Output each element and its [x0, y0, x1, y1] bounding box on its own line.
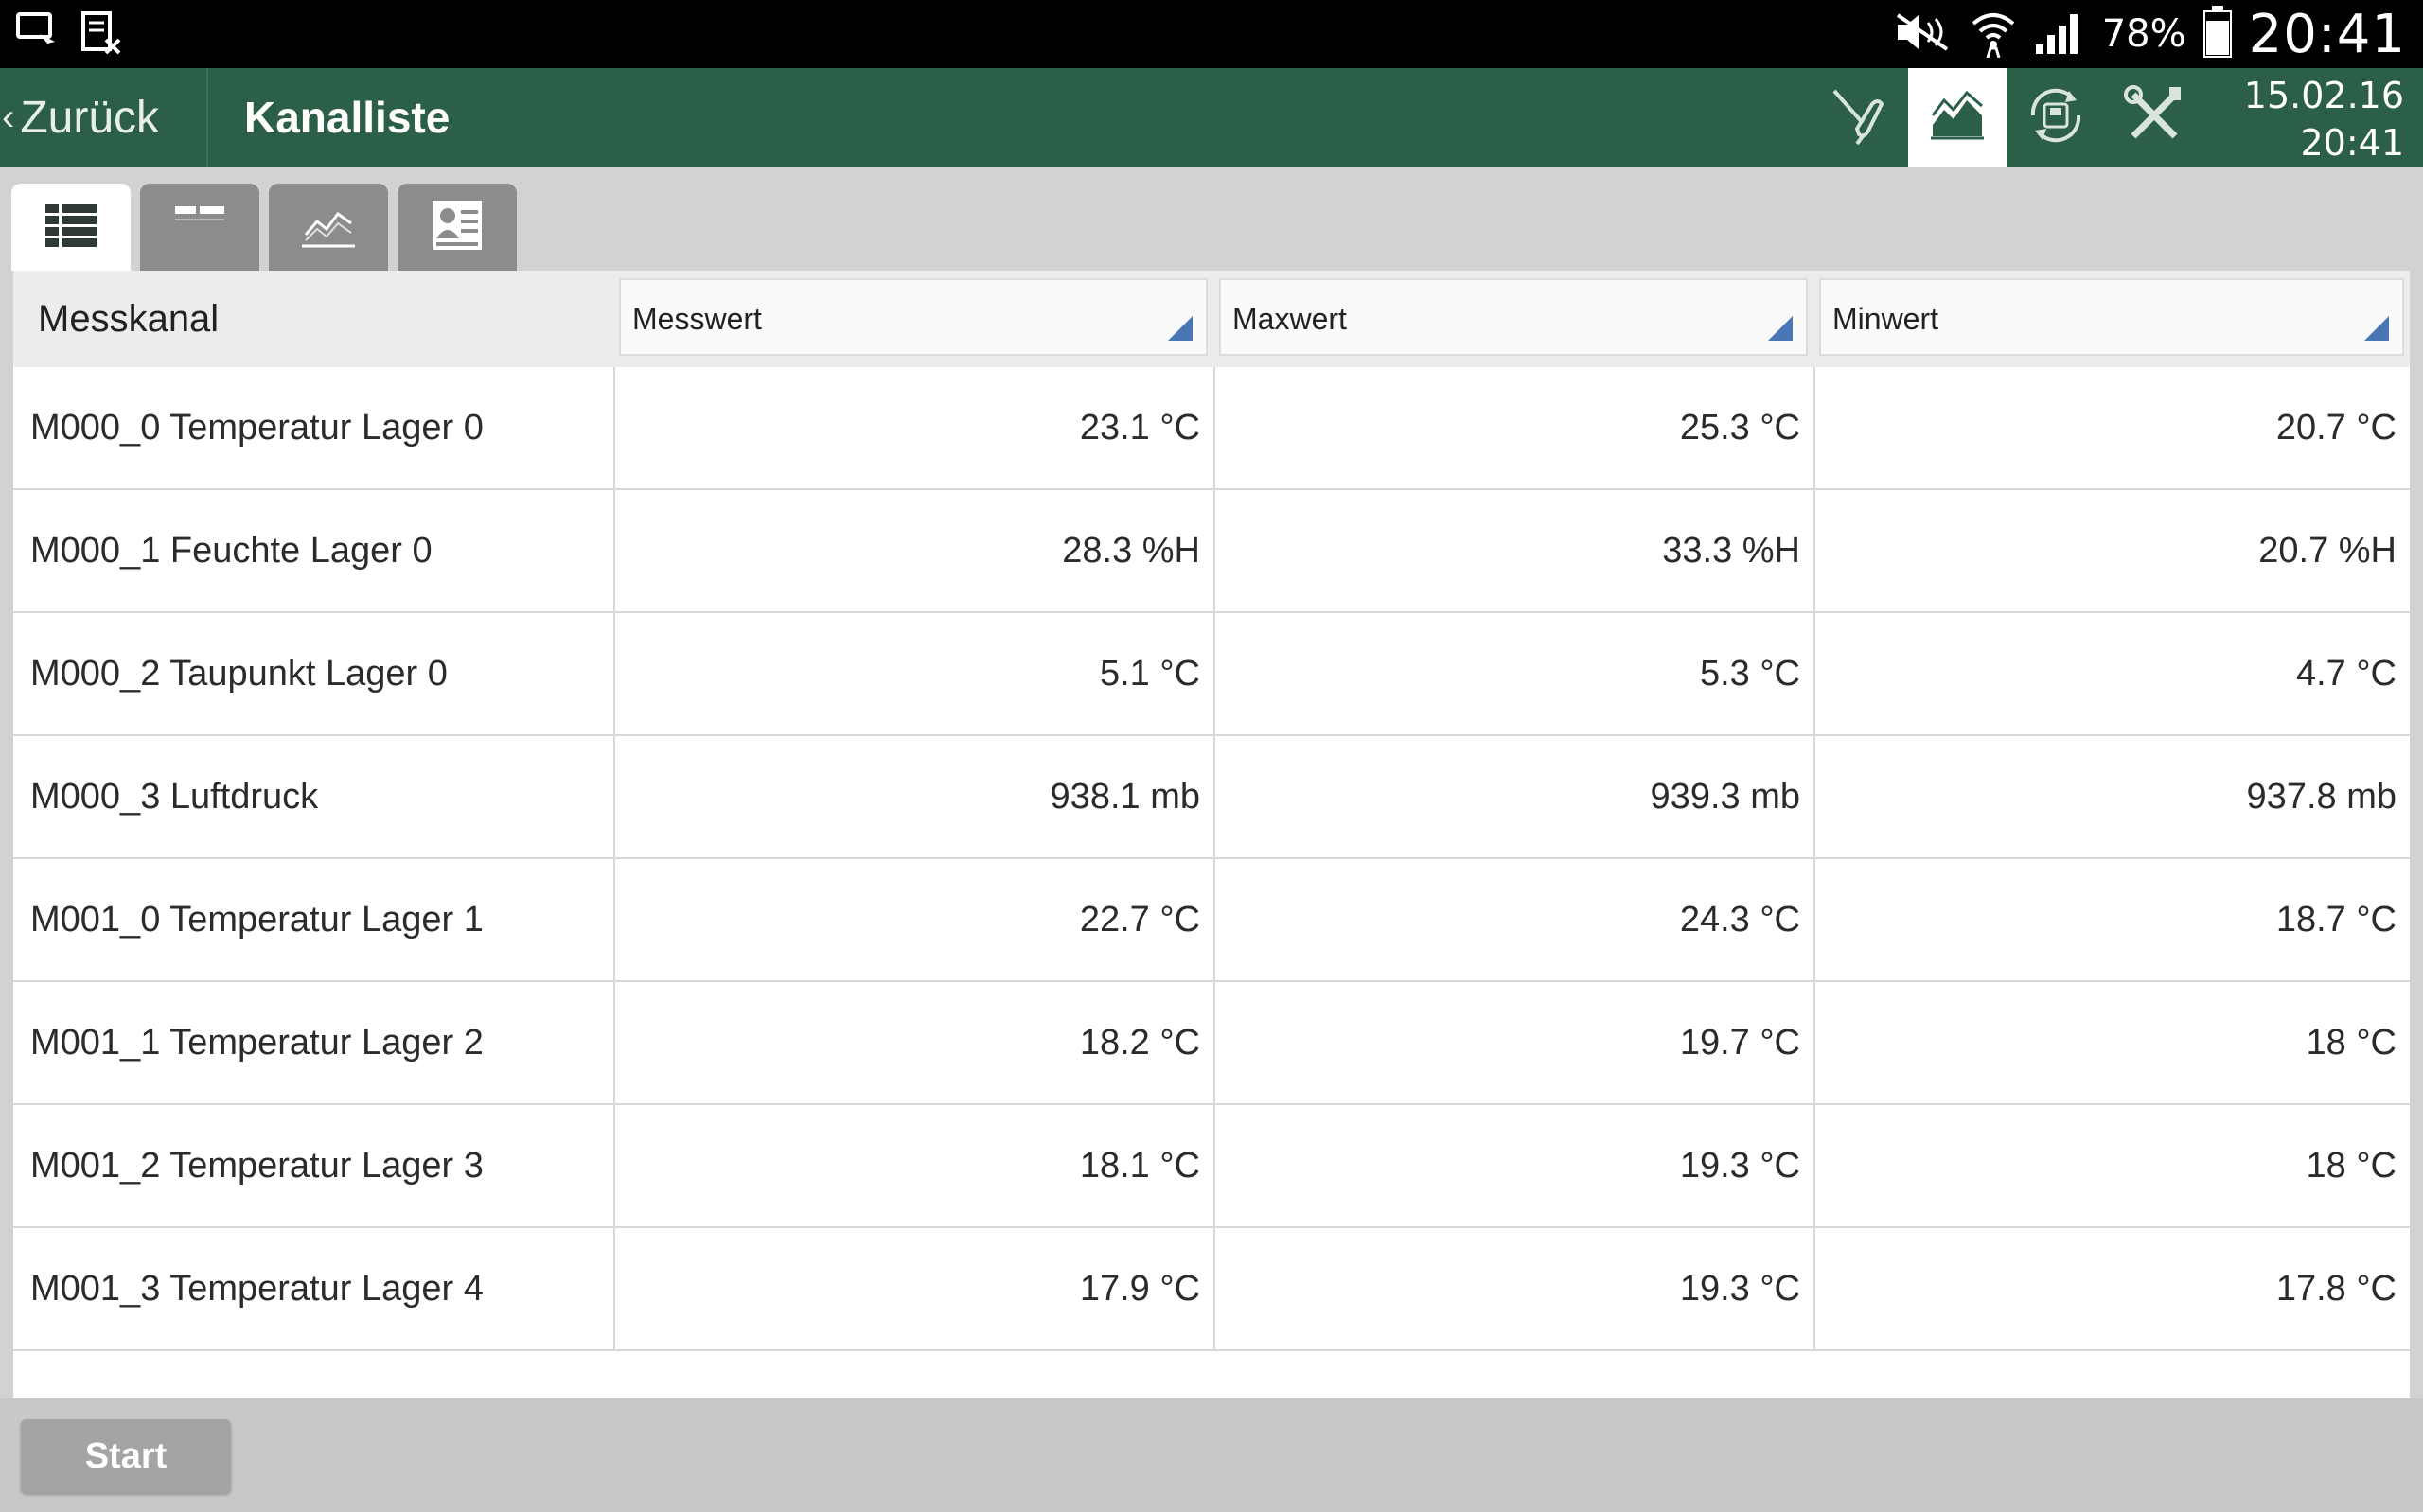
channel-name: M001_2 Temperatur Lager 3	[30, 1146, 484, 1186]
channel-name: M001_3 Temperatur Lager 4	[30, 1269, 484, 1309]
channel-name: M001_1 Temperatur Lager 2	[30, 1023, 484, 1063]
channel-table: Messkanal Messwert Maxwert Minwert M000_…	[13, 271, 2410, 1398]
table-row[interactable]: M000_0 Temperatur Lager 0 23.1 °C 25.3 °…	[13, 367, 2410, 490]
tools-button[interactable]	[2105, 68, 2203, 167]
max-cell: 19.3 °C	[1213, 1105, 1813, 1226]
app-bar: ‹ Zurück Kanalliste 15.02.16 20:41	[0, 68, 2423, 167]
mute-icon	[1894, 11, 1953, 57]
min-cell: 18 °C	[1813, 982, 2410, 1103]
value-cell: 18.2 °C	[613, 982, 1213, 1103]
table-row[interactable]: M001_3 Temperatur Lager 4 17.9 °C 19.3 °…	[13, 1228, 2410, 1351]
record-sync-icon	[2025, 85, 2086, 150]
min-cell: 4.7 °C	[1813, 613, 2410, 734]
back-button[interactable]: ‹ Zurück	[0, 68, 159, 167]
value-cell: 22.7 °C	[613, 859, 1213, 980]
table-row[interactable]: M001_0 Temperatur Lager 1 22.7 °C 24.3 °…	[13, 859, 2410, 982]
status-time: 20:41	[2248, 3, 2406, 65]
app-bar-datetime: 15.02.16 20:41	[2244, 72, 2404, 167]
probe-icon	[1829, 85, 1889, 150]
table-close-icon	[80, 9, 123, 62]
min-cell: 20.7 °C	[1813, 367, 2410, 488]
table-row[interactable]: M000_3 Luftdruck 938.1 mb 939.3 mb 937.8…	[13, 736, 2410, 859]
report-view-icon	[429, 199, 486, 256]
value-cell: 5.1 °C	[613, 613, 1213, 734]
battery-icon	[2202, 6, 2232, 62]
column-header-label: Messwert	[632, 302, 762, 336]
view-tabs	[11, 184, 517, 271]
table-row[interactable]: M001_1 Temperatur Lager 2 18.2 °C 19.7 °…	[13, 982, 2410, 1105]
value-view-icon	[171, 205, 228, 249]
value-cell: 18.1 °C	[613, 1105, 1213, 1226]
tab-values[interactable]	[140, 184, 259, 271]
channel-name: M000_1 Feuchte Lager 0	[30, 531, 433, 571]
min-cell: 18 °C	[1813, 1105, 2410, 1226]
tab-report[interactable]	[398, 184, 517, 271]
chart-button[interactable]	[1908, 68, 2007, 167]
table-row[interactable]: M000_2 Taupunkt Lager 0 5.1 °C 5.3 °C 4.…	[13, 613, 2410, 736]
app-bar-time: 20:41	[2300, 122, 2404, 164]
sort-indicator-icon	[1168, 316, 1193, 341]
column-header-channel: Messkanal	[38, 298, 220, 340]
column-header-label: Maxwert	[1232, 302, 1347, 336]
value-cell: 17.9 °C	[613, 1228, 1213, 1349]
channel-name: M000_2 Taupunkt Lager 0	[30, 654, 448, 694]
tab-list[interactable]	[11, 184, 131, 271]
list-view-icon	[44, 202, 98, 253]
status-bar: 78% 20:41	[0, 0, 2423, 68]
battery-percent: 78%	[2101, 12, 2186, 56]
wifi-icon	[1970, 7, 2017, 62]
value-cell: 28.3 %H	[613, 490, 1213, 611]
max-cell: 25.3 °C	[1213, 367, 1813, 488]
sort-indicator-icon	[2364, 316, 2389, 341]
page-title: Kanalliste	[244, 93, 451, 142]
app-bar-date: 15.02.16	[2243, 75, 2404, 116]
column-header-min[interactable]: Minwert	[1819, 278, 2404, 356]
sort-indicator-icon	[1768, 316, 1793, 341]
channel-name: M000_3 Luftdruck	[30, 777, 319, 817]
tab-chart[interactable]	[269, 184, 388, 271]
back-label: Zurück	[20, 92, 160, 143]
max-cell: 5.3 °C	[1213, 613, 1813, 734]
max-cell: 19.3 °C	[1213, 1228, 1813, 1349]
value-cell: 23.1 °C	[613, 367, 1213, 488]
column-header-max[interactable]: Maxwert	[1219, 278, 1808, 356]
chart-view-icon	[300, 202, 357, 253]
column-header-value[interactable]: Messwert	[619, 278, 1208, 356]
value-cell: 938.1 mb	[613, 736, 1213, 857]
max-cell: 19.7 °C	[1213, 982, 1813, 1103]
app-bar-divider	[206, 68, 208, 167]
min-cell: 937.8 mb	[1813, 736, 2410, 857]
column-header-label: Minwert	[1832, 302, 1939, 336]
tools-icon	[2124, 84, 2184, 150]
table-row[interactable]: M001_2 Temperatur Lager 3 18.1 °C 19.3 °…	[13, 1105, 2410, 1228]
max-cell: 939.3 mb	[1213, 736, 1813, 857]
start-button[interactable]: Start	[21, 1419, 231, 1493]
table-header: Messkanal Messwert Maxwert Minwert	[13, 271, 2410, 367]
bottom-bar: Start	[0, 1398, 2423, 1512]
min-cell: 18.7 °C	[1813, 859, 2410, 980]
min-cell: 20.7 %H	[1813, 490, 2410, 611]
signal-icon	[2034, 9, 2085, 60]
table-row[interactable]: M000_1 Feuchte Lager 0 28.3 %H 33.3 %H 2…	[13, 490, 2410, 613]
cast-icon	[15, 9, 59, 62]
probe-button[interactable]	[1810, 68, 1908, 167]
record-button[interactable]	[2007, 68, 2105, 167]
line-chart-icon	[1929, 90, 1986, 145]
channel-name: M001_0 Temperatur Lager 1	[30, 900, 484, 940]
max-cell: 24.3 °C	[1213, 859, 1813, 980]
min-cell: 17.8 °C	[1813, 1228, 2410, 1349]
max-cell: 33.3 %H	[1213, 490, 1813, 611]
channel-name: M000_0 Temperatur Lager 0	[30, 408, 484, 448]
chevron-left-icon: ‹	[2, 96, 15, 138]
